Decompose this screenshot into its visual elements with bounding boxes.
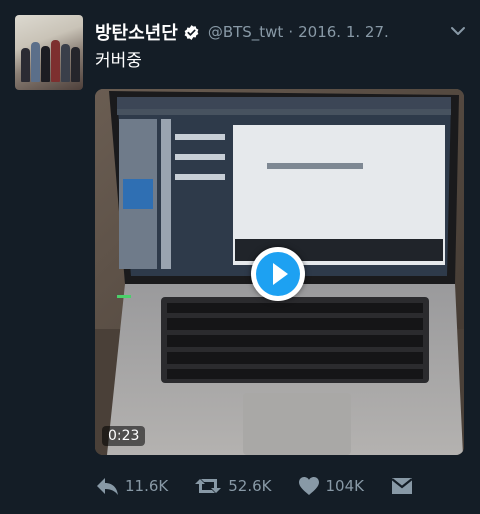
video-duration: 0:23 <box>102 426 146 446</box>
avatar-figure <box>41 46 50 82</box>
chevron-down-icon[interactable] <box>450 23 466 39</box>
retweet-count: 52.6K <box>228 477 272 495</box>
retweet-icon <box>195 479 222 493</box>
author-name[interactable]: 방탄소년단 <box>95 19 178 45</box>
direct-message-button[interactable] <box>390 476 414 496</box>
reply-button[interactable]: 11.6K <box>95 476 168 496</box>
play-icon <box>256 252 300 296</box>
direct-message-icon <box>391 478 413 494</box>
avatar-figure <box>31 42 40 82</box>
tweet-text: 커버중 <box>95 51 142 71</box>
header-separator: · <box>288 23 294 41</box>
author-handle[interactable]: @BTS_twt <box>208 23 284 41</box>
play-button[interactable] <box>251 247 305 301</box>
avatar[interactable] <box>15 15 83 90</box>
tweet-actions: 11.6K 52.6K 104K <box>95 471 470 501</box>
avatar-figure <box>21 48 30 82</box>
reply-count: 11.6K <box>125 477 169 495</box>
heart-icon <box>298 477 319 495</box>
like-count: 104K <box>325 477 364 495</box>
like-button[interactable]: 104K <box>298 476 364 496</box>
retweet-button[interactable]: 52.6K <box>194 476 272 496</box>
tweet-date[interactable]: 2016. 1. 27. <box>298 23 389 41</box>
avatar-figure <box>61 44 70 82</box>
tweet-header: 방탄소년단 @BTS_twt · 2016. 1. 27. <box>95 18 470 46</box>
avatar-figure <box>51 40 60 82</box>
verified-badge-icon <box>184 24 199 40</box>
avatar-figure <box>71 47 80 82</box>
reply-icon <box>97 478 118 495</box>
video-player[interactable]: 0:23 <box>95 89 464 455</box>
